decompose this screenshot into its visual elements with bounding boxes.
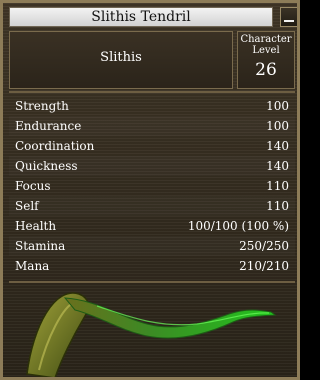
stat-row-mana: Mana 210/210 <box>9 256 295 276</box>
stat-label: Stamina <box>15 239 66 253</box>
character-level-value: 26 <box>255 60 277 80</box>
character-header: Slithis Character Level 26 <box>9 31 295 89</box>
stat-label: Coordination <box>15 139 95 153</box>
stat-row-self: Self 110 <box>9 196 295 216</box>
stat-row-coordination: Coordination 140 <box>9 136 295 156</box>
stat-value: 250/250 <box>239 239 289 253</box>
creature-portrait <box>7 286 296 377</box>
character-level-box: Character Level 26 <box>237 31 295 89</box>
stat-label: Mana <box>15 259 50 273</box>
stat-label: Health <box>15 219 57 233</box>
stat-value: 110 <box>266 179 289 193</box>
stat-row-quickness: Quickness 140 <box>9 156 295 176</box>
character-info-window: Slithis Tendril Slithis Character Level … <box>0 0 300 380</box>
stat-row-focus: Focus 110 <box>9 176 295 196</box>
stat-value: 110 <box>266 199 289 213</box>
stat-value: 210/210 <box>239 259 289 273</box>
minimize-button[interactable] <box>280 7 297 27</box>
tendril-portrait <box>26 292 277 377</box>
stat-value: 100/100 (100 %) <box>187 219 289 233</box>
stat-value: 140 <box>266 159 289 173</box>
stat-label: Self <box>15 199 39 213</box>
stat-row-strength: Strength 100 <box>9 96 295 116</box>
stat-value: 140 <box>266 139 289 153</box>
stat-row-stamina: Stamina 250/250 <box>9 236 295 256</box>
window-title: Slithis Tendril <box>9 7 273 27</box>
portrait-divider <box>9 281 295 283</box>
minimize-icon <box>284 20 294 22</box>
stat-row-health: Health 100/100 (100 %) <box>9 216 295 236</box>
character-name: Slithis <box>100 50 142 65</box>
header-divider <box>9 91 295 93</box>
stat-row-endurance: Endurance 100 <box>9 116 295 136</box>
stat-label: Quickness <box>15 159 78 173</box>
stats-list: Strength 100 Endurance 100 Coordination … <box>9 96 295 276</box>
stat-value: 100 <box>266 119 289 133</box>
stat-value: 100 <box>266 99 289 113</box>
stat-label: Endurance <box>15 119 82 133</box>
character-name-box: Slithis <box>9 31 233 89</box>
stat-label: Focus <box>15 179 51 193</box>
character-level-label: Character Level <box>240 34 292 56</box>
stat-label: Strength <box>15 99 69 113</box>
